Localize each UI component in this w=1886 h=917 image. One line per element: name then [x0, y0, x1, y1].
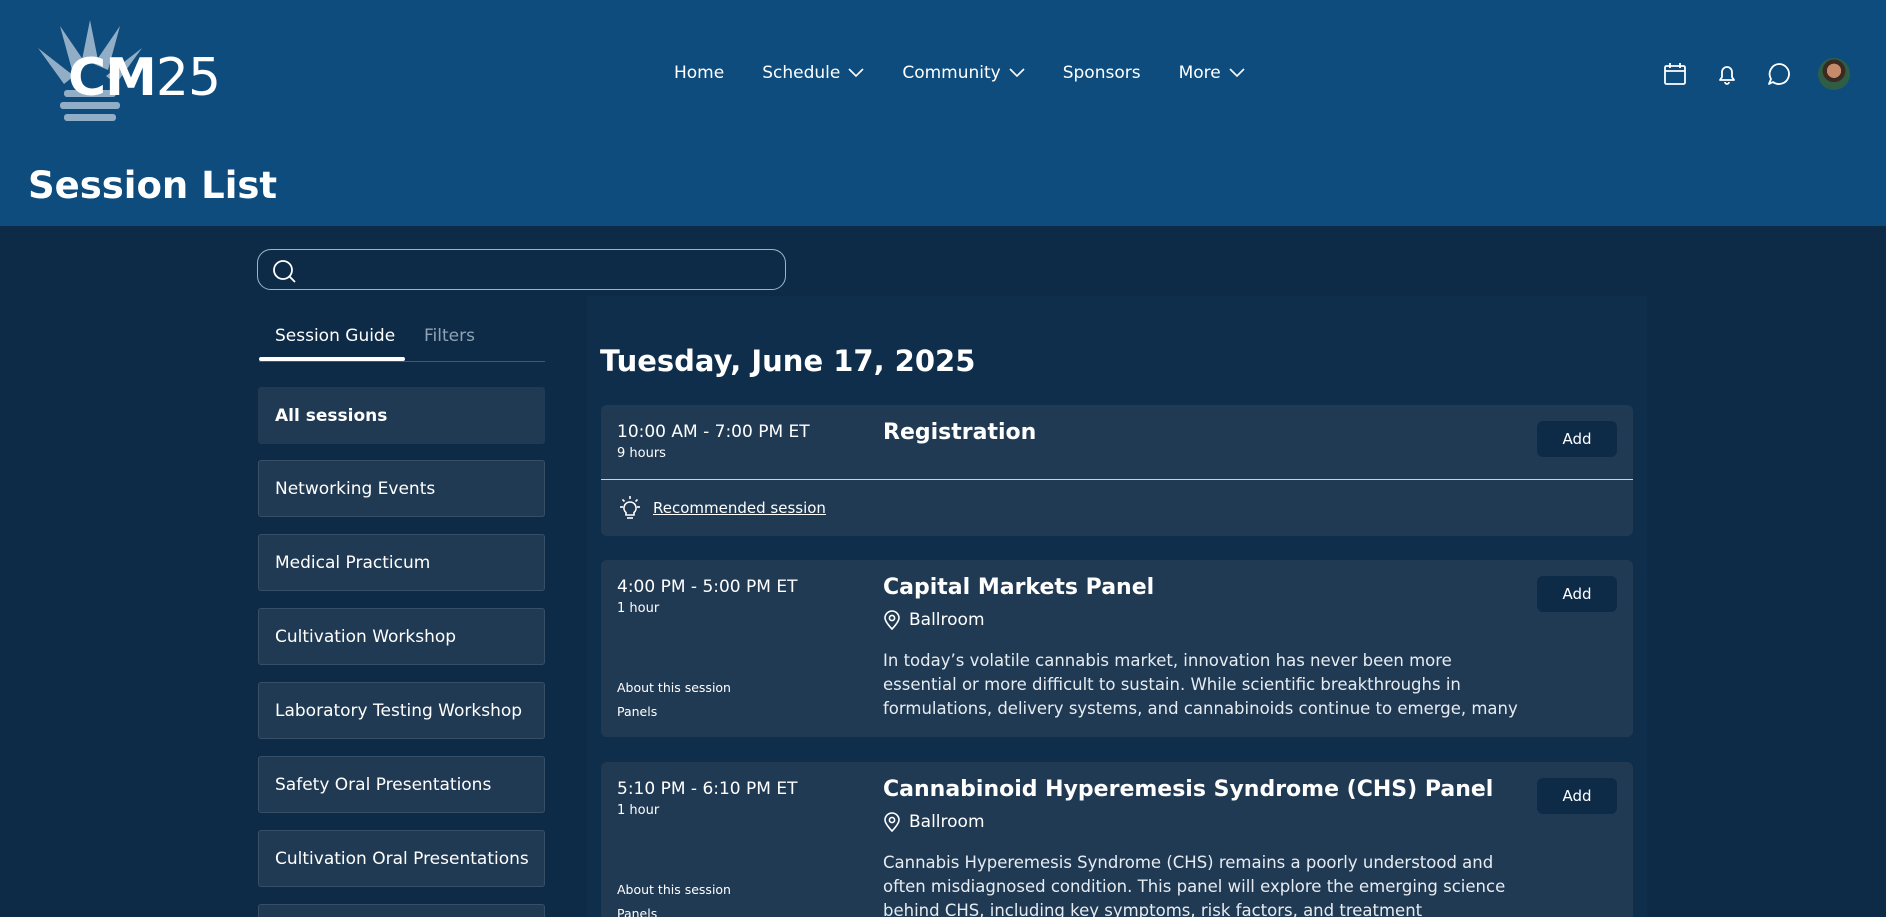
chevron-down-icon [1009, 68, 1025, 78]
search-box [257, 249, 786, 290]
sidebar-item-more[interactable] [258, 904, 545, 917]
location-pin-icon [884, 610, 900, 630]
session-duration: 1 hour [617, 601, 660, 616]
add-session-button[interactable]: Add [1537, 778, 1617, 814]
main-nav: Home Schedule Community Sponsors More [674, 58, 1283, 88]
session-time: 10:00 AM - 7:00 PM ET [617, 422, 810, 442]
bell-icon[interactable] [1714, 61, 1740, 87]
nav-community[interactable]: Community [902, 63, 1025, 83]
session-title[interactable]: Capital Markets Panel [883, 575, 1154, 600]
top-header: CM25 Home Schedule Community Sponsors Mo… [0, 0, 1886, 226]
sidebar-item-cultivation-workshop[interactable]: Cultivation Workshop [258, 608, 545, 665]
tab-session-guide[interactable]: Session Guide [275, 326, 395, 346]
chevron-down-icon [1229, 68, 1245, 78]
session-description: Cannabis Hyperemesis Syndrome (CHS) rema… [883, 853, 1506, 917]
lightbulb-icon [620, 496, 640, 519]
nav-schedule[interactable]: Schedule [762, 63, 864, 83]
date-heading: Tuesday, June 17, 2025 [600, 344, 976, 378]
search-input[interactable] [308, 256, 768, 284]
session-card[interactable]: 4:00 PM - 5:00 PM ET 1 hour Capital Mark… [601, 560, 1633, 737]
sidebar-tabs: Session Guide Filters [259, 322, 545, 362]
calendar-icon[interactable] [1662, 61, 1688, 87]
cm25-logo[interactable]: CM25 [38, 20, 228, 125]
sidebar-item-safety-oral-presentations[interactable]: Safety Oral Presentations [258, 756, 545, 813]
logo-text: CM25 [68, 48, 221, 108]
page-title: Session List [28, 164, 278, 207]
nav-more[interactable]: More [1179, 63, 1245, 83]
session-card[interactable]: 5:10 PM - 6:10 PM ET 1 hour Cannabinoid … [601, 762, 1633, 917]
sidebar-item-laboratory-testing-workshop[interactable]: Laboratory Testing Workshop [258, 682, 545, 739]
session-track: Panels [617, 704, 658, 719]
header-actions [1662, 58, 1850, 90]
session-card[interactable]: 10:00 AM - 7:00 PM ET 9 hours Registrati… [601, 405, 1633, 536]
chevron-down-icon [848, 68, 864, 78]
nav-sponsors[interactable]: Sponsors [1063, 63, 1141, 83]
avatar[interactable] [1818, 58, 1850, 90]
location-label: Ballroom [909, 610, 985, 630]
nav-home[interactable]: Home [674, 63, 724, 83]
chat-icon[interactable] [1766, 61, 1792, 87]
add-session-button[interactable]: Add [1537, 421, 1617, 457]
session-time: 4:00 PM - 5:00 PM ET [617, 577, 798, 597]
session-duration: 9 hours [617, 446, 666, 461]
about-session-label: About this session [617, 680, 731, 695]
session-title[interactable]: Cannabinoid Hyperemesis Syndrome (CHS) P… [883, 777, 1493, 802]
about-session-label: About this session [617, 882, 731, 897]
tab-filters[interactable]: Filters [424, 326, 475, 346]
card-divider [601, 479, 1633, 480]
session-title[interactable]: Registration [883, 420, 1036, 445]
sidebar-item-cultivation-oral-presentations[interactable]: Cultivation Oral Presentations [258, 830, 545, 887]
session-time: 5:10 PM - 6:10 PM ET [617, 779, 798, 799]
session-track: Panels [617, 906, 658, 917]
session-duration: 1 hour [617, 803, 660, 818]
sidebar-item-medical-practicum[interactable]: Medical Practicum [258, 534, 545, 591]
active-tab-indicator [259, 357, 405, 361]
recommended-session-link[interactable]: Recommended session [653, 499, 826, 517]
add-session-button[interactable]: Add [1537, 576, 1617, 612]
session-location: Ballroom [883, 610, 985, 630]
search-icon [273, 260, 296, 283]
sidebar-item-all-sessions[interactable]: All sessions [258, 387, 545, 444]
sidebar-item-networking-events[interactable]: Networking Events [258, 460, 545, 517]
location-pin-icon [884, 812, 900, 832]
session-location: Ballroom [883, 812, 985, 832]
session-description: In today’s volatile cannabis market, inn… [883, 651, 1518, 718]
location-label: Ballroom [909, 812, 985, 832]
